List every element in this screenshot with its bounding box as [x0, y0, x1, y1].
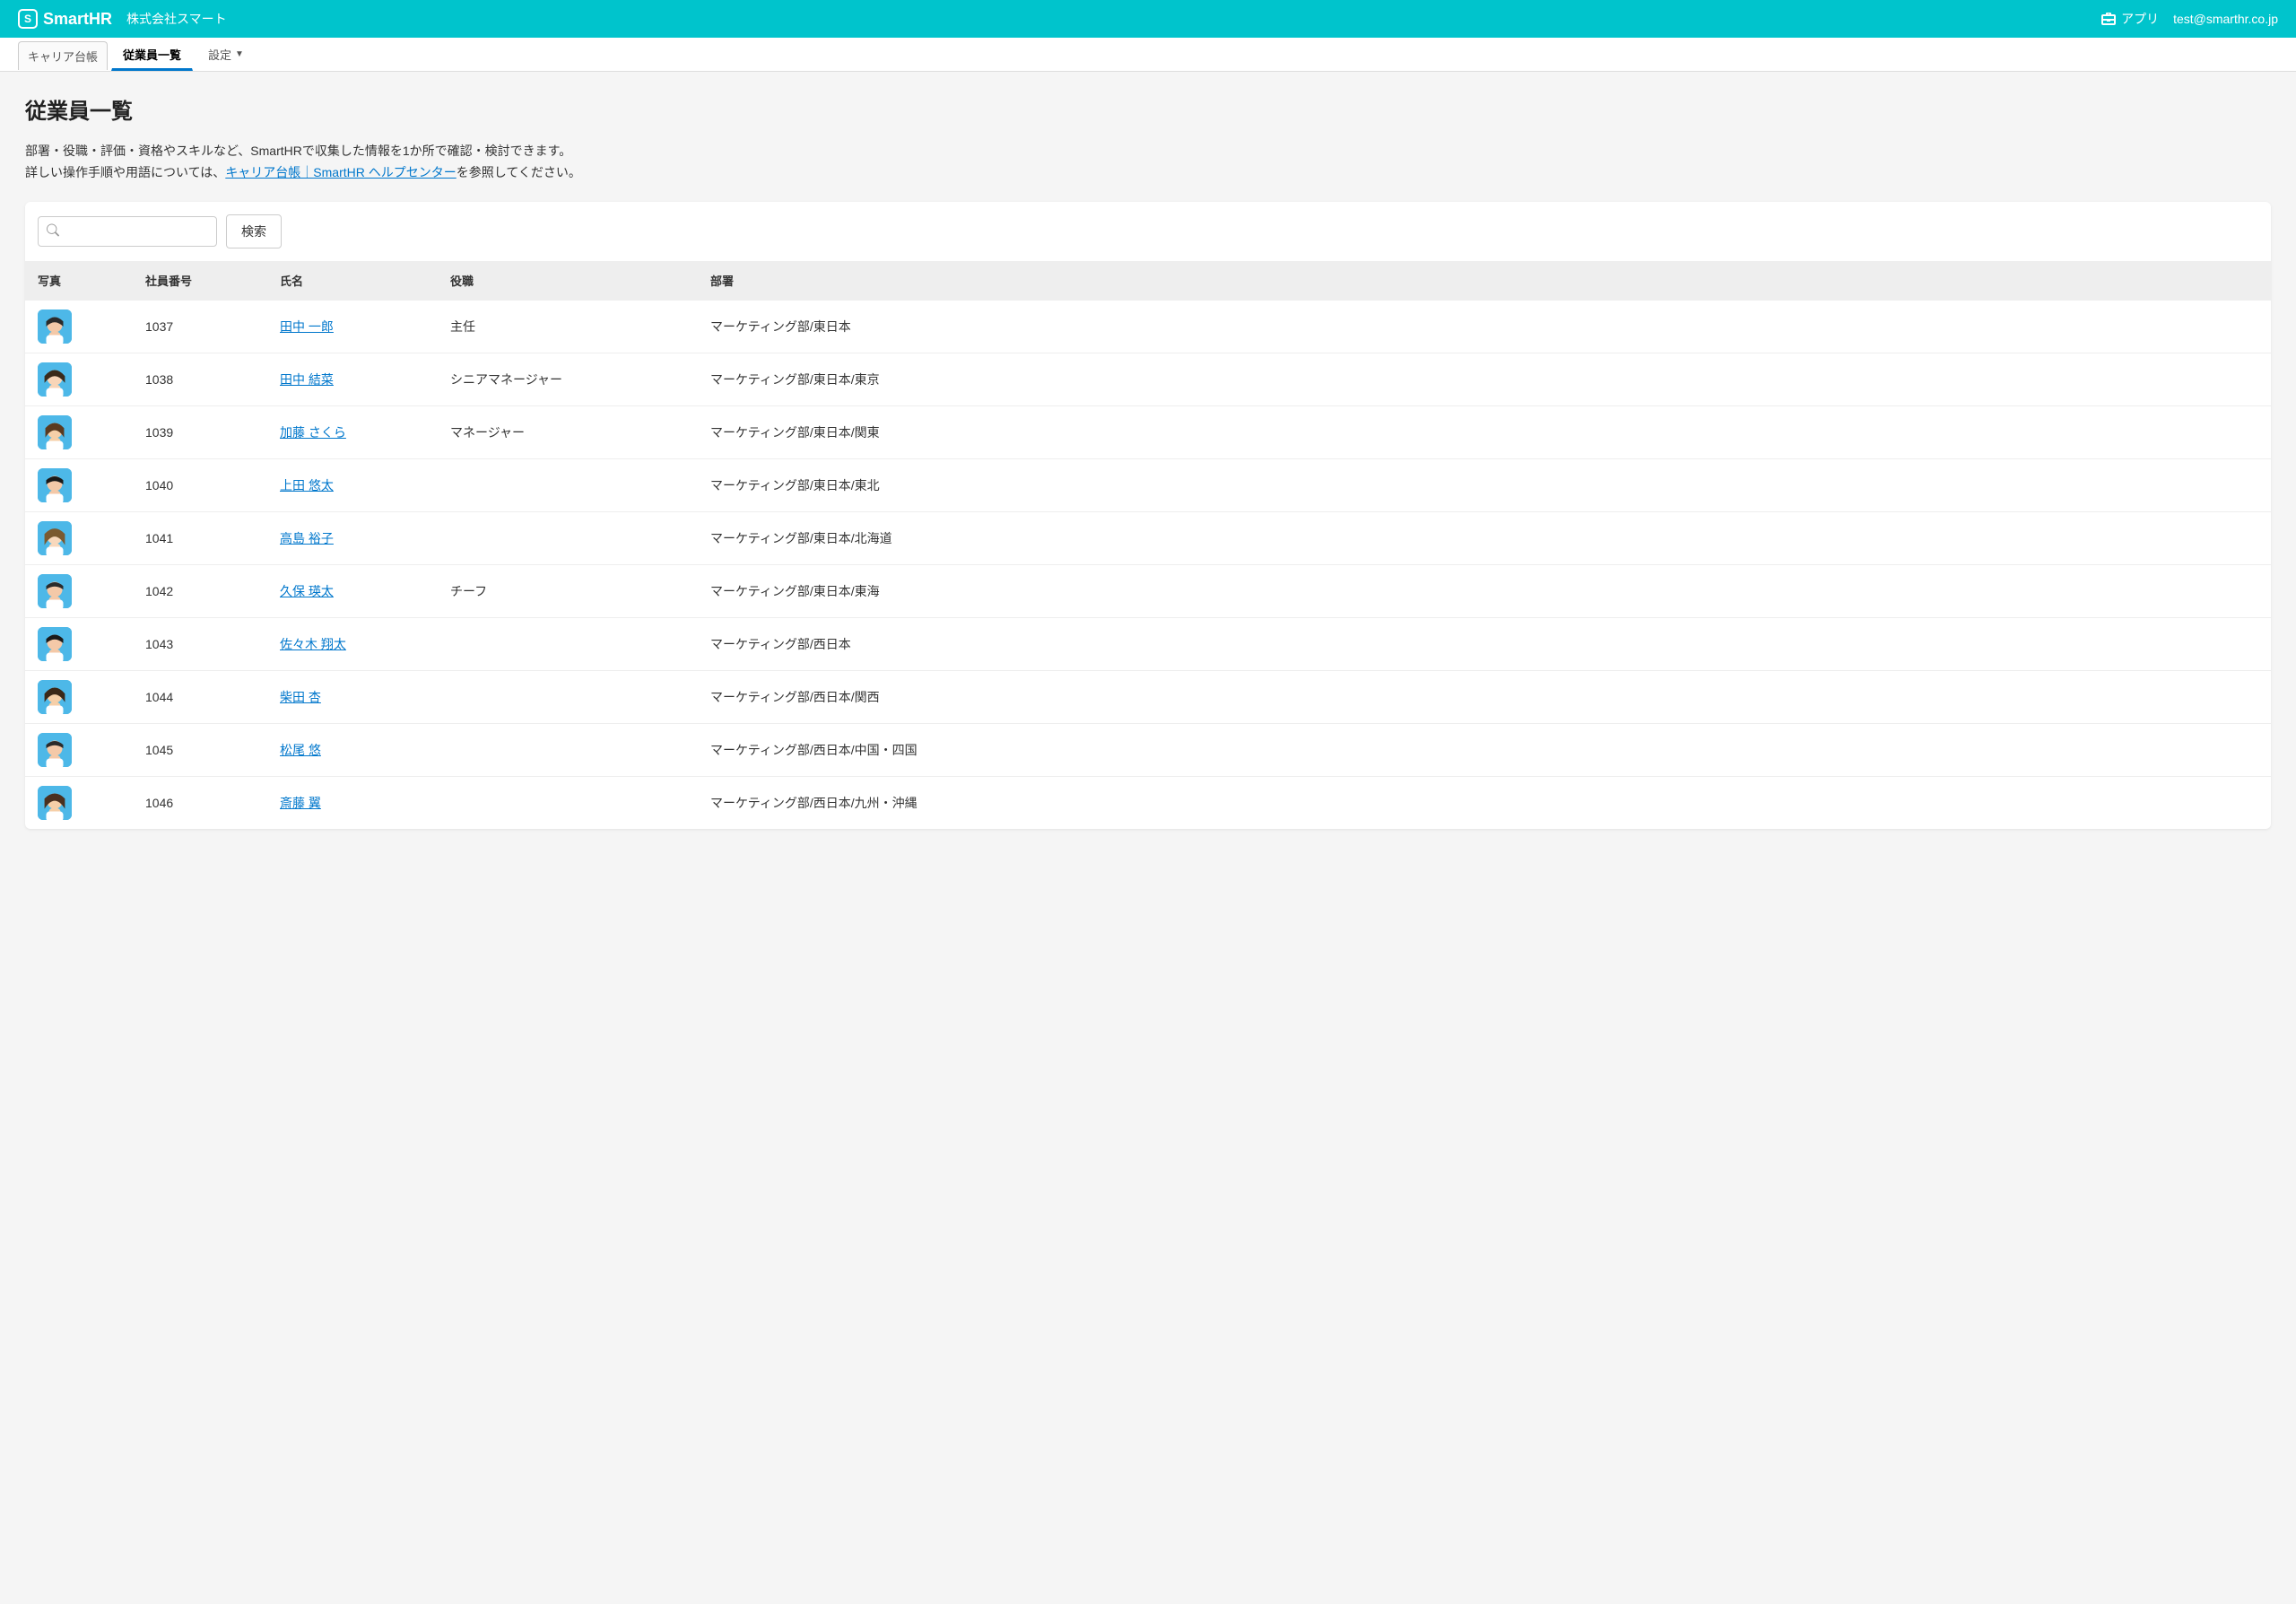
search-bar: 検索	[25, 202, 2271, 261]
desc-line2: 詳しい操作手順や用語については、キャリア台帳｜SmartHR ヘルプセンターを参…	[25, 162, 2271, 184]
cell-position	[438, 776, 698, 829]
employee-name-link[interactable]: 加藤 さくら	[280, 425, 346, 440]
avatar[interactable]	[38, 680, 72, 714]
cell-position	[438, 617, 698, 670]
cell-employee-id: 1043	[133, 617, 267, 670]
cell-department: マーケティング部/東日本/東海	[698, 564, 2271, 617]
table-row: 1046 斎藤 翼 マーケティング部/西日本/九州・沖縄	[25, 776, 2271, 829]
cell-employee-id: 1037	[133, 300, 267, 353]
logo[interactable]: S SmartHR	[18, 9, 112, 29]
tab-employees[interactable]: 従業員一覧	[111, 38, 193, 71]
employee-name-link[interactable]: 高島 裕子	[280, 531, 334, 545]
table-row: 1044 柴田 杏 マーケティング部/西日本/関西	[25, 670, 2271, 723]
employee-name-link[interactable]: 田中 一郎	[280, 319, 334, 334]
cell-position	[438, 458, 698, 511]
table-row: 1042 久保 瑛太 チーフ マーケティング部/東日本/東海	[25, 564, 2271, 617]
logo-text: SmartHR	[43, 10, 112, 29]
th-photo: 写真	[25, 261, 133, 301]
employee-name-link[interactable]: 柴田 杏	[280, 690, 321, 704]
search-input[interactable]	[38, 216, 217, 247]
cell-department: マーケティング部/西日本/関西	[698, 670, 2271, 723]
avatar[interactable]	[38, 574, 72, 608]
cell-employee-id: 1044	[133, 670, 267, 723]
cell-employee-id: 1038	[133, 353, 267, 405]
table-row: 1041 高島 裕子 マーケティング部/東日本/北海道	[25, 511, 2271, 564]
th-department: 部署	[698, 261, 2271, 301]
table-row: 1040 上田 悠太 マーケティング部/東日本/東北	[25, 458, 2271, 511]
avatar[interactable]	[38, 521, 72, 555]
company-name: 株式会社スマート	[126, 10, 227, 28]
cell-employee-id: 1042	[133, 564, 267, 617]
tabs-bar: キャリア台帳 従業員一覧 設定 ▼	[0, 38, 2296, 72]
app-header: S SmartHR 株式会社スマート アプリ test@smarthr.co.j…	[0, 0, 2296, 38]
avatar[interactable]	[38, 415, 72, 449]
table-body: 1037 田中 一郎 主任 マーケティング部/東日本 1038 田中 結菜 シニ…	[25, 300, 2271, 829]
cell-position: シニアマネージャー	[438, 353, 698, 405]
cell-employee-id: 1045	[133, 723, 267, 776]
cell-position	[438, 511, 698, 564]
avatar[interactable]	[38, 733, 72, 767]
tab-settings-label: 設定	[208, 46, 231, 63]
cell-position: 主任	[438, 300, 698, 353]
desc-line1: 部署・役職・評価・資格やスキルなど、SmartHRで収集した情報を1か所で確認・…	[25, 141, 2271, 162]
employee-table: 写真 社員番号 氏名 役職 部署 1037 田中 一郎 主任 マーケティング部/…	[25, 261, 2271, 829]
avatar[interactable]	[38, 627, 72, 661]
page-title: 従業員一覧	[25, 93, 2271, 125]
search-button[interactable]: 検索	[226, 214, 282, 248]
cell-employee-id: 1040	[133, 458, 267, 511]
search-icon	[47, 223, 59, 239]
employee-name-link[interactable]: 佐々木 翔太	[280, 637, 346, 651]
avatar[interactable]	[38, 309, 72, 344]
cell-department: マーケティング部/西日本/九州・沖縄	[698, 776, 2271, 829]
table-row: 1037 田中 一郎 主任 マーケティング部/東日本	[25, 300, 2271, 353]
th-position: 役職	[438, 261, 698, 301]
cell-position	[438, 670, 698, 723]
avatar[interactable]	[38, 786, 72, 820]
cell-department: マーケティング部/西日本	[698, 617, 2271, 670]
employee-list-card: 検索 写真 社員番号 氏名 役職 部署 1037 田中 一郎 主任 マーケティン…	[25, 202, 2271, 829]
cell-position: マネージャー	[438, 405, 698, 458]
cell-department: マーケティング部/東日本/関東	[698, 405, 2271, 458]
content: 従業員一覧 部署・役職・評価・資格やスキルなど、SmartHRで収集した情報を1…	[0, 72, 2296, 850]
cell-department: マーケティング部/東日本/東京	[698, 353, 2271, 405]
header-right: アプリ test@smarthr.co.jp	[2101, 10, 2278, 28]
cell-department: マーケティング部/東日本/北海道	[698, 511, 2271, 564]
app-link[interactable]: アプリ	[2101, 10, 2159, 28]
desc-pre: 詳しい操作手順や用語については、	[25, 165, 225, 179]
cell-position	[438, 723, 698, 776]
table-row: 1039 加藤 さくら マネージャー マーケティング部/東日本/関東	[25, 405, 2271, 458]
cell-employee-id: 1039	[133, 405, 267, 458]
page-description: 部署・役職・評価・資格やスキルなど、SmartHRで収集した情報を1か所で確認・…	[25, 141, 2271, 184]
toolbox-icon	[2101, 13, 2116, 25]
user-email[interactable]: test@smarthr.co.jp	[2173, 12, 2278, 26]
logo-icon: S	[18, 9, 38, 29]
cell-employee-id: 1046	[133, 776, 267, 829]
th-employee-id: 社員番号	[133, 261, 267, 301]
cell-department: マーケティング部/西日本/中国・四国	[698, 723, 2271, 776]
table-row: 1038 田中 結菜 シニアマネージャー マーケティング部/東日本/東京	[25, 353, 2271, 405]
cell-department: マーケティング部/東日本	[698, 300, 2271, 353]
employee-name-link[interactable]: 斎藤 翼	[280, 796, 321, 810]
help-center-link[interactable]: キャリア台帳｜SmartHR ヘルプセンター	[225, 165, 456, 179]
search-input-wrapper	[38, 216, 217, 247]
employee-name-link[interactable]: 松尾 悠	[280, 743, 321, 757]
employee-name-link[interactable]: 久保 瑛太	[280, 584, 334, 598]
avatar[interactable]	[38, 468, 72, 502]
cell-department: マーケティング部/東日本/東北	[698, 458, 2271, 511]
header-left: S SmartHR 株式会社スマート	[18, 9, 227, 29]
employee-name-link[interactable]: 上田 悠太	[280, 478, 334, 493]
cell-position: チーフ	[438, 564, 698, 617]
cell-employee-id: 1041	[133, 511, 267, 564]
th-name: 氏名	[267, 261, 438, 301]
employee-name-link[interactable]: 田中 結菜	[280, 372, 334, 387]
table-row: 1043 佐々木 翔太 マーケティング部/西日本	[25, 617, 2271, 670]
chevron-down-icon: ▼	[235, 49, 244, 59]
table-header-row: 写真 社員番号 氏名 役職 部署	[25, 261, 2271, 301]
tab-career[interactable]: キャリア台帳	[18, 41, 108, 70]
table-row: 1045 松尾 悠 マーケティング部/西日本/中国・四国	[25, 723, 2271, 776]
tab-settings[interactable]: 設定 ▼	[196, 38, 256, 71]
app-label: アプリ	[2121, 10, 2159, 28]
avatar[interactable]	[38, 362, 72, 397]
desc-post: を参照してください。	[457, 165, 581, 179]
